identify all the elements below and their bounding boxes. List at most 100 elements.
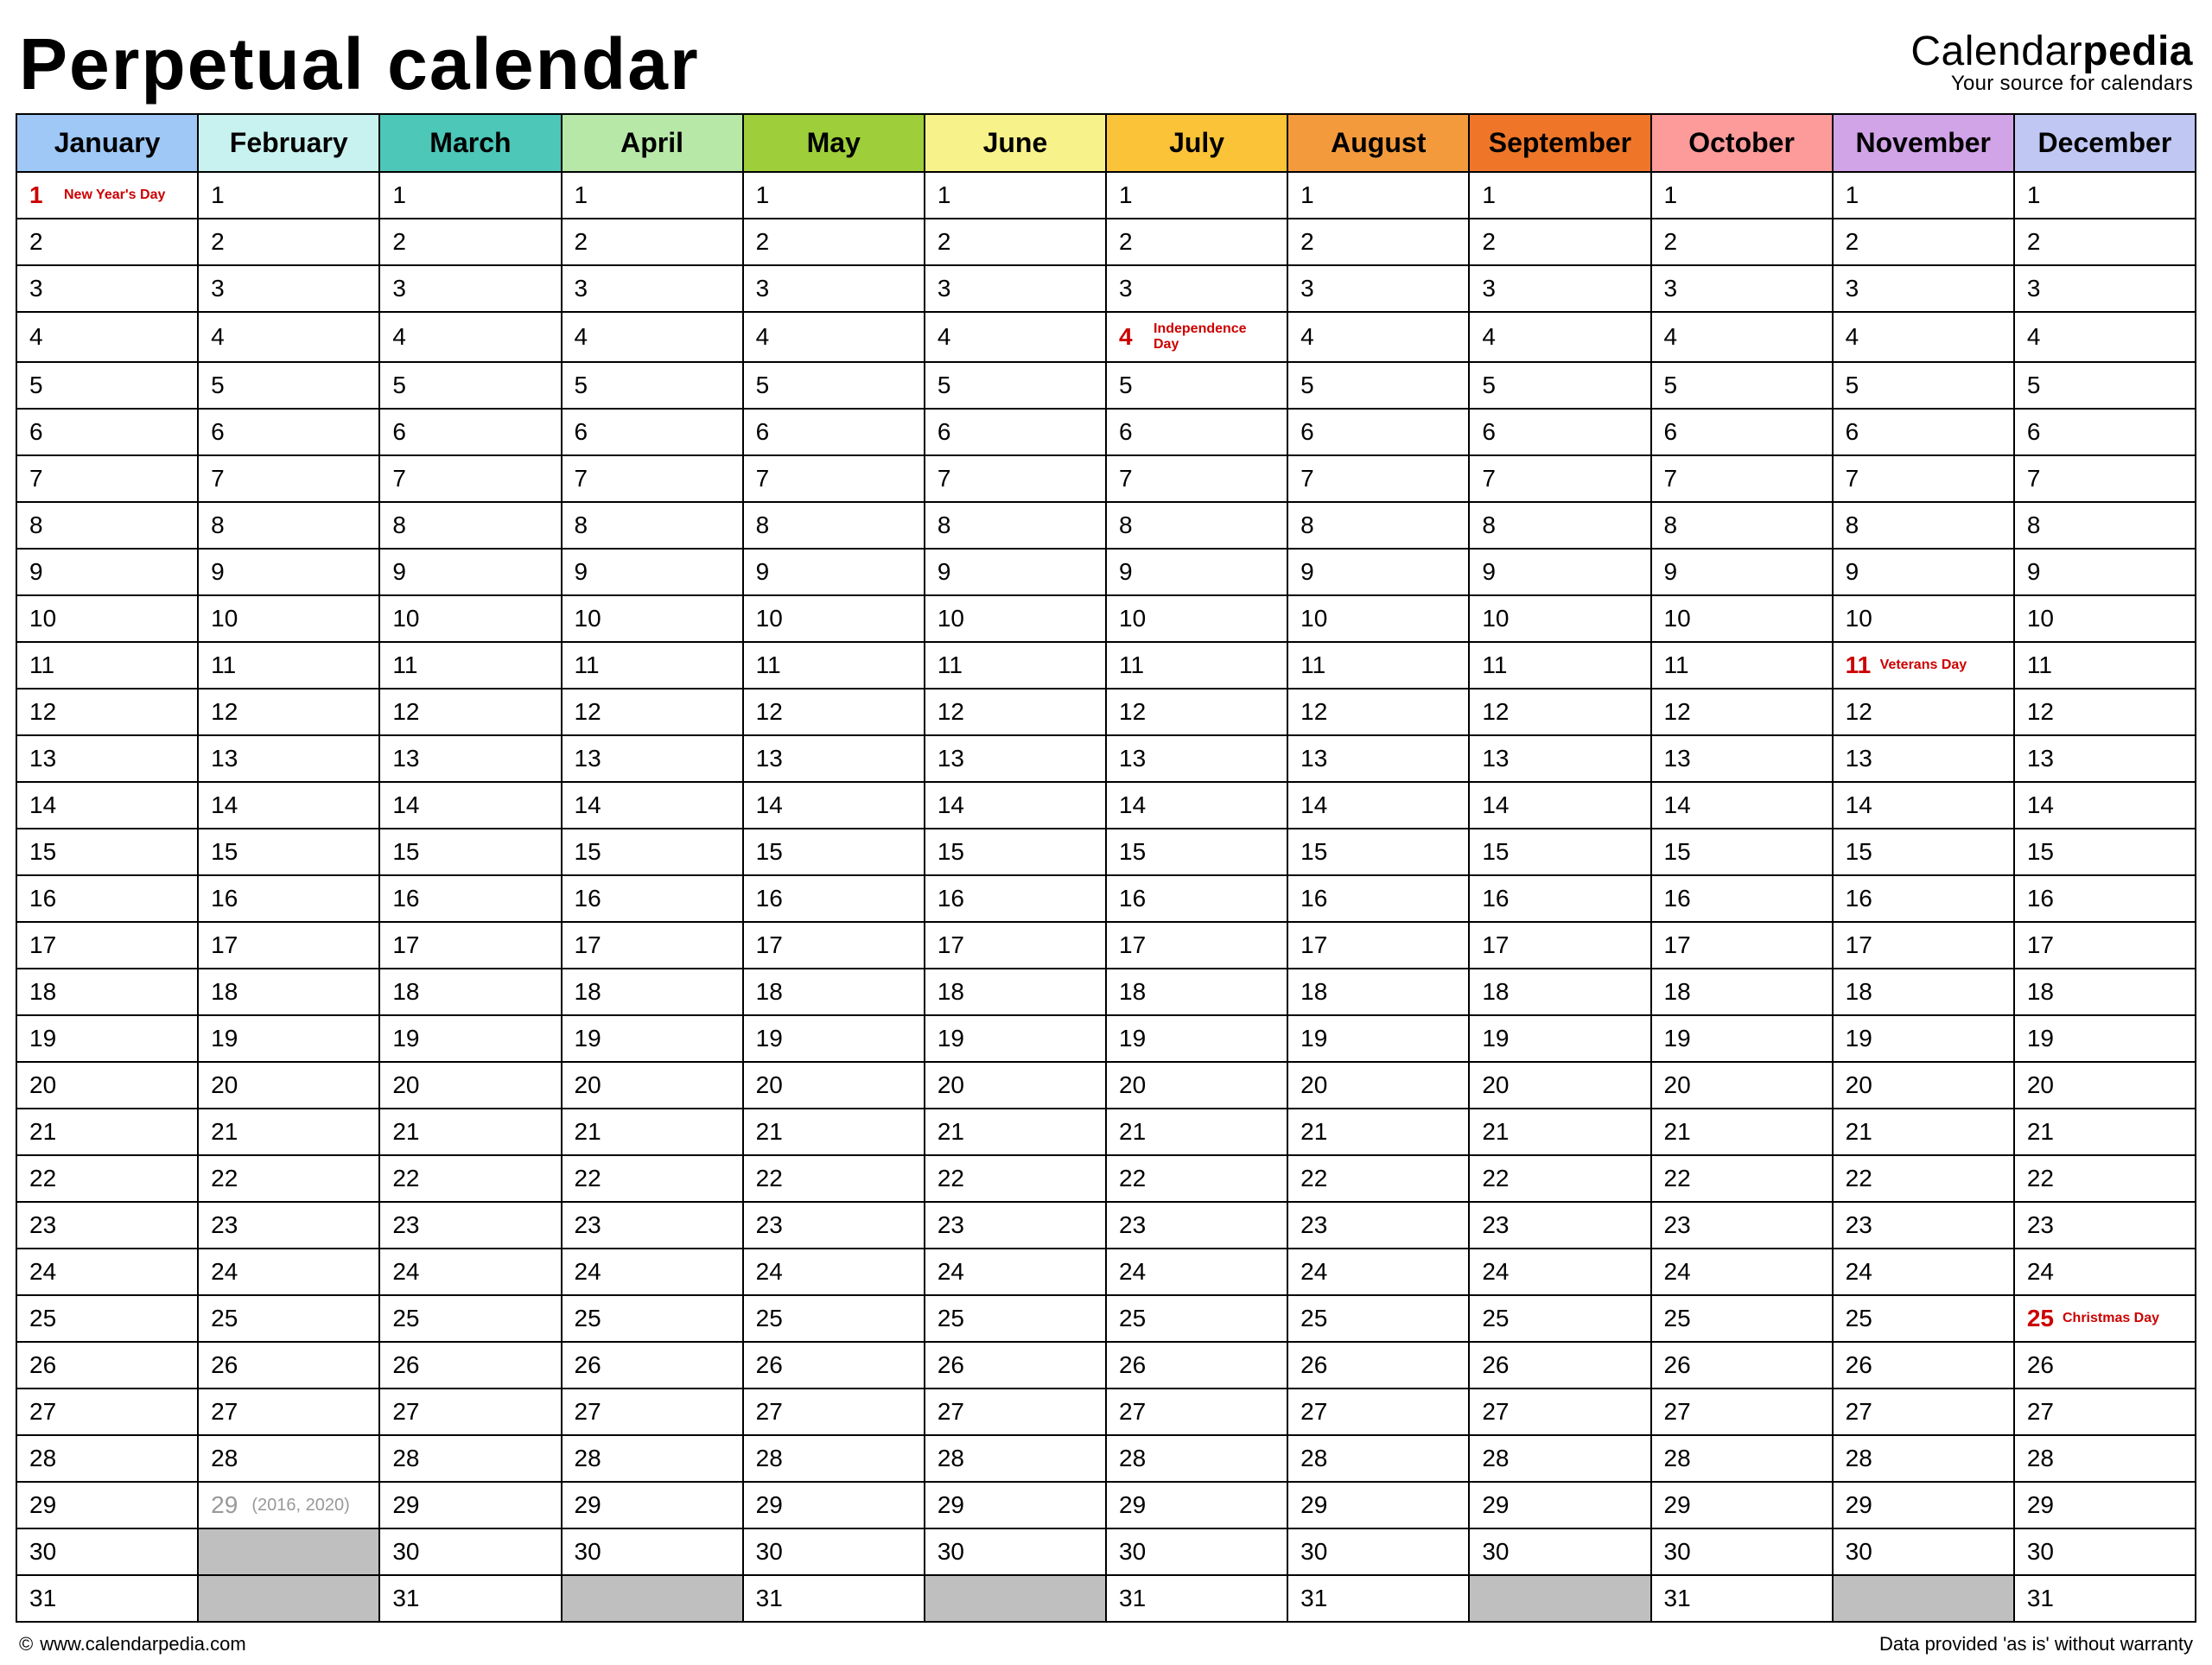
day-cell: 8	[2015, 503, 2196, 550]
day-cell: 7	[1652, 456, 1834, 503]
day-number: 14	[392, 791, 419, 819]
day-cell: 10	[17, 596, 199, 643]
day-cell: 7	[1834, 456, 2015, 503]
day-cell: 14	[563, 783, 744, 829]
day-cell: 23	[1107, 1203, 1288, 1249]
day-number: 14	[1300, 791, 1327, 819]
day-cell: 3	[744, 266, 925, 313]
day-cell: 26	[17, 1343, 199, 1389]
day-cell: 20	[199, 1063, 380, 1109]
day-cell: 15	[380, 829, 562, 876]
day-number: 25	[938, 1305, 964, 1332]
brand-tagline: Your source for calendars	[1910, 72, 2193, 96]
day-number: 1	[756, 181, 782, 209]
day-number: 10	[756, 605, 783, 632]
day-number: 8	[1300, 512, 1326, 539]
day-number: 26	[575, 1351, 601, 1379]
day-cell: 18	[17, 969, 199, 1016]
leap-note: (2016, 2020)	[251, 1496, 349, 1516]
day-number: 20	[1300, 1071, 1327, 1099]
day-number: 27	[2027, 1398, 2054, 1426]
day-number: 3	[1300, 275, 1326, 302]
day-cell: 14	[17, 783, 199, 829]
day-cell: 13	[199, 736, 380, 783]
day-number: 31	[1300, 1585, 1327, 1612]
day-number: 13	[2027, 745, 2054, 772]
day-cell: 18	[563, 969, 744, 1016]
day-cell: 9	[17, 550, 199, 596]
day-cell: 1	[1470, 173, 1651, 219]
day-cell: 10	[199, 596, 380, 643]
day-number: 8	[29, 512, 55, 539]
day-number: 16	[1482, 885, 1509, 912]
day-number: 18	[1300, 978, 1327, 1006]
day-number: 20	[392, 1071, 419, 1099]
day-cell: 18	[925, 969, 1107, 1016]
day-cell: 12	[925, 690, 1107, 736]
day-number: 19	[1119, 1025, 1146, 1052]
day-number: 29	[29, 1491, 56, 1519]
day-cell: 1	[2015, 173, 2196, 219]
day-cell: 21	[1288, 1109, 1470, 1156]
day-cell: 17	[925, 923, 1107, 969]
day-cell: 28	[1834, 1436, 2015, 1483]
day-cell: 28	[925, 1436, 1107, 1483]
day-number: 1	[938, 181, 963, 209]
day-cell: 4	[17, 313, 199, 363]
day-number: 3	[938, 275, 963, 302]
day-cell: 9	[1834, 550, 2015, 596]
day-cell: 11	[1288, 643, 1470, 690]
day-number: 19	[392, 1025, 419, 1052]
day-cell: 18	[1834, 969, 2015, 1016]
day-cell: 30	[1652, 1529, 1834, 1576]
day-number: 11	[211, 651, 237, 679]
day-cell: 20	[17, 1063, 199, 1109]
day-cell: 27	[199, 1389, 380, 1436]
day-number: 24	[2027, 1258, 2054, 1286]
day-number: 25	[1119, 1305, 1146, 1332]
day-cell: 25	[744, 1296, 925, 1343]
copyright-icon: ©	[19, 1633, 33, 1655]
day-cell: 11	[380, 643, 562, 690]
day-number: 18	[1482, 978, 1509, 1006]
day-number: 30	[1664, 1538, 1691, 1566]
day-number: 9	[1664, 558, 1690, 586]
day-number: 12	[2027, 698, 2054, 726]
day-number: 23	[575, 1211, 601, 1239]
day-number: 16	[2027, 885, 2054, 912]
day-number: 24	[211, 1258, 238, 1286]
day-number: 21	[1300, 1118, 1327, 1146]
day-cell	[925, 1576, 1107, 1623]
day-number: 5	[392, 372, 418, 399]
day-number: 29	[211, 1491, 238, 1519]
day-cell: 12	[563, 690, 744, 736]
day-number: 9	[1119, 558, 1145, 586]
day-cell: 20	[380, 1063, 562, 1109]
day-cell: 14	[1652, 783, 1834, 829]
day-cell: 21	[1470, 1109, 1651, 1156]
day-cell: 15	[1470, 829, 1651, 876]
day-number: 31	[392, 1585, 419, 1612]
day-number: 26	[938, 1351, 964, 1379]
day-cell	[1834, 1576, 2015, 1623]
day-number: 17	[575, 931, 601, 959]
day-number: 18	[938, 978, 964, 1006]
day-cell: 4	[199, 313, 380, 363]
day-number: 26	[29, 1351, 56, 1379]
day-cell: 8	[1288, 503, 1470, 550]
day-cell: 5	[925, 363, 1107, 410]
day-number: 29	[1664, 1491, 1691, 1519]
day-cell: 4	[1470, 313, 1651, 363]
day-number: 6	[1664, 418, 1690, 446]
day-number: 16	[1119, 885, 1146, 912]
day-cell: 25	[17, 1296, 199, 1343]
day-number: 7	[1664, 465, 1690, 493]
day-cell: 8	[1470, 503, 1651, 550]
day-cell: 10	[1107, 596, 1288, 643]
day-number: 7	[1846, 465, 1872, 493]
day-number: 5	[938, 372, 963, 399]
day-cell: 27	[2015, 1389, 2196, 1436]
day-cell: 23	[2015, 1203, 2196, 1249]
day-number: 7	[211, 465, 237, 493]
day-cell: 2	[1834, 219, 2015, 266]
